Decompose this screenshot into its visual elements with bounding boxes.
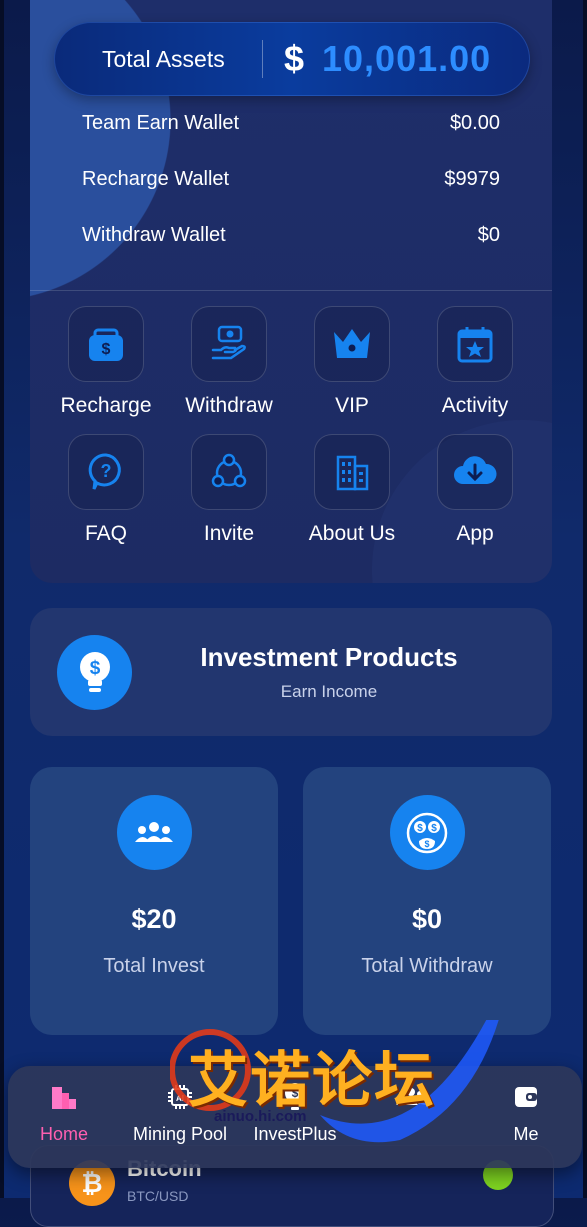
action-label: Withdraw [185, 394, 273, 417]
nav-label: Home [39, 1124, 88, 1144]
wallet-name: Withdraw Wallet [82, 224, 226, 246]
money-bag-icon: $ $ $ [406, 812, 448, 853]
stat-value: $0 [411, 904, 443, 934]
cloud-download-icon [454, 456, 497, 484]
svg-text:$: $ [102, 341, 111, 358]
ai-chip-icon: AI [168, 1085, 192, 1109]
action-withdraw[interactable]: Withdraw [174, 306, 284, 418]
total-assets-value: 10,001.00 [322, 38, 492, 79]
crown-icon [334, 329, 370, 358]
stat-card-total-invest: $20 Total Invest [30, 767, 278, 1035]
wallet-row-withdraw: Withdraw Wallet $0 [82, 224, 500, 247]
nav-home[interactable]: Home [9, 1082, 119, 1145]
action-label: Activity [441, 394, 509, 417]
share-nodes-icon [211, 453, 247, 488]
total-assets-label: Total Assets [102, 45, 225, 72]
wallet-value: $0.00 [449, 112, 500, 134]
investment-products-card[interactable]: $ Investment Products Earn Income [30, 608, 552, 736]
total-assets-pill: Total Assets $ 10,001.00 [54, 22, 530, 96]
nav-label: Mining Pool [132, 1124, 228, 1144]
calendar-star-icon [457, 327, 493, 363]
briefcase-dollar-icon: $ [89, 328, 123, 361]
stat-label: Total Invest [103, 955, 205, 977]
action-about-us[interactable]: About Us [297, 434, 407, 546]
action-label: App [456, 522, 494, 545]
bottom-navigation: Home AI Mining Pool $ InvestPlus Me [8, 1066, 582, 1168]
stat-label: Total Withdraw [361, 955, 493, 977]
recharge-icon-box: $ [68, 306, 144, 382]
nav-label: Me [513, 1124, 539, 1144]
svg-text:$: $ [431, 823, 437, 834]
investment-subtitle: Earn Income [280, 682, 378, 701]
nav-label: InvestPlus [253, 1124, 337, 1144]
wallet-value: $9979 [444, 168, 500, 190]
question-bubble-icon: ? [88, 453, 121, 490]
stat-value: $20 [131, 904, 177, 934]
svg-text:AI: AI [176, 1094, 184, 1103]
assets-card: Total Assets $ 10,001.00 Team Earn Walle… [30, 0, 552, 583]
stat-icon-circle: $ $ $ [389, 795, 465, 870]
wallet-name: Team Earn Wallet [82, 112, 240, 134]
svg-text:$: $ [424, 839, 429, 849]
wallet-value: $0 [477, 224, 500, 246]
invite-icon-box [191, 434, 267, 510]
action-label: Invite [203, 522, 255, 545]
bulb-dollar-icon: $ [285, 1083, 305, 1110]
action-recharge[interactable]: $ Recharge [51, 306, 161, 418]
total-assets-currency: $ [284, 38, 305, 79]
activity-icon-box [437, 306, 513, 382]
action-app[interactable]: App [420, 434, 530, 546]
nav-mining-pool[interactable]: AI Mining Pool [125, 1082, 235, 1145]
faq-icon-box: ? [68, 434, 144, 510]
team-icon [135, 821, 173, 842]
left-frame-edge [0, 0, 4, 1198]
action-activity[interactable]: Activity [420, 306, 530, 418]
team-icon [396, 1088, 426, 1105]
action-label: Recharge [60, 394, 152, 417]
building-icon [336, 455, 369, 491]
nav-me[interactable]: Me [471, 1082, 581, 1145]
wallet-name: Recharge Wallet [82, 168, 230, 190]
coin-pair: BTC/USD [127, 1188, 189, 1204]
action-label: FAQ [84, 522, 127, 545]
stat-icon-circle [116, 795, 192, 870]
stat-card-total-withdraw: $ $ $ $0 Total Withdraw [303, 767, 551, 1035]
svg-text:?: ? [101, 461, 112, 481]
wallet-row-recharge: Recharge Wallet $9979 [82, 168, 500, 191]
wallet-row-team-earn: Team Earn Wallet $0.00 [82, 112, 500, 135]
svg-text:$: $ [417, 823, 423, 834]
nav-team[interactable] [356, 1082, 466, 1124]
about-us-icon-box [314, 434, 390, 510]
action-vip[interactable]: VIP [297, 306, 407, 418]
nav-investplus[interactable]: $ InvestPlus [240, 1082, 350, 1145]
right-frame-edge [583, 0, 587, 1198]
action-label: VIP [335, 394, 369, 417]
investment-title: Investment Products [200, 642, 458, 672]
assets-divider [30, 290, 552, 291]
hand-money-icon [211, 325, 246, 360]
home-icon [52, 1087, 76, 1109]
action-faq[interactable]: ? FAQ [51, 434, 161, 546]
vip-icon-box [314, 306, 390, 382]
svg-text:$: $ [292, 1086, 299, 1100]
total-assets-separator [262, 40, 263, 78]
app-icon-box [437, 434, 513, 510]
wallet-icon [515, 1087, 537, 1107]
action-label: About Us [308, 522, 396, 545]
withdraw-icon-box [191, 306, 267, 382]
action-invite[interactable]: Invite [174, 434, 284, 546]
